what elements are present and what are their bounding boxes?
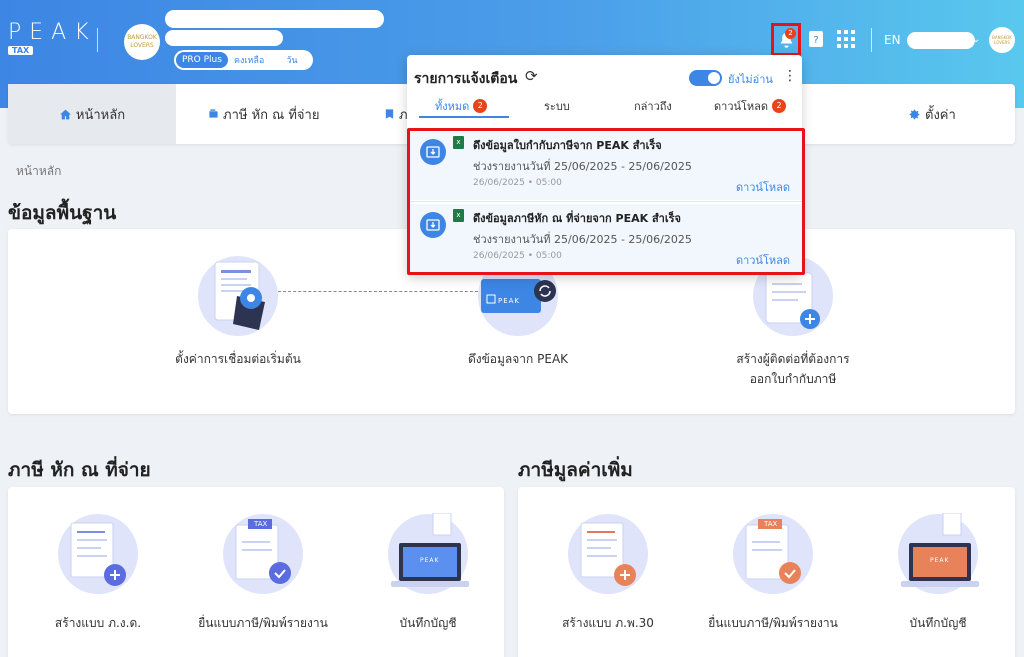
user-name-redacted[interactable]: [907, 32, 975, 49]
tab-downloads[interactable]: ดาวน์โหลด 2: [714, 97, 787, 115]
connector-line: [278, 291, 478, 292]
vat-title: ภาษีมูลค่าเพิ่ม: [518, 459, 633, 481]
feature-label-line1: สร้างผู้ติดต่อที่ต้องการ: [736, 352, 850, 366]
tab-system[interactable]: ระบบ: [544, 97, 570, 115]
plan-remaining-label: คงเหลือ: [233, 56, 265, 66]
avatar-text: BANGKOK LOVERS: [992, 35, 1012, 45]
tab-label: กล่าวถึง: [634, 100, 672, 113]
tab-badge: 2: [473, 99, 488, 113]
basic-info-title: ข้อมูลพื้นฐาน: [8, 202, 117, 224]
gear-icon: [909, 109, 920, 119]
nav-item-vat[interactable]: ภ: [384, 84, 408, 144]
feature-label: ตั้งค่าการเชื่อมต่อเริ่มต้น: [175, 352, 301, 366]
toggle-knob: [708, 72, 720, 84]
home-icon: [59, 109, 71, 119]
laptop-icon: [391, 513, 469, 587]
feature-file-tax-vat[interactable]: TAX ยื่นแบบภาษี/พิมพ์รายงาน: [698, 509, 848, 633]
nav-label-home: หน้าหลัก: [75, 107, 126, 123]
feature-label: ดึงข้อมูลจาก PEAK: [467, 352, 569, 366]
feature-label: บันทึกบัญชี: [399, 616, 457, 630]
notification-title: รายการแจ้งเตือน: [414, 71, 518, 87]
unread-only-toggle[interactable]: [689, 70, 722, 86]
peak-logo[interactable]: PEAK TAX: [8, 20, 97, 55]
wht-title: ภาษี หัก ณ ที่จ่าย: [8, 459, 151, 481]
feature-label: บันทึกบัญชี: [909, 616, 967, 630]
plan-pill: PRO Plus คงเหลือ วัน: [174, 50, 313, 70]
sync-icon: [481, 279, 556, 313]
company-logo-text: BANGKOK LOVERS: [127, 34, 157, 49]
breadcrumb[interactable]: หน้าหลัก: [16, 162, 61, 181]
feature-label: สร้างแบบ ภ.พ.30: [562, 616, 654, 630]
nav-item-wht[interactable]: ภาษี หัก ณ ที่จ่าย: [208, 84, 319, 144]
document-settings-icon: [214, 261, 265, 330]
notification-bell-button[interactable]: 2: [771, 23, 801, 56]
laptop-icon: [901, 513, 979, 587]
nav-label-settings: ตั้งค่า: [925, 107, 956, 123]
language-switch[interactable]: EN: [884, 33, 901, 47]
wht-card: สร้างแบบ ภ.ง.ด. TAX ยื่นแบบภาษี/พิมพ์ราย…: [8, 487, 504, 657]
feature-create-pp30[interactable]: สร้างแบบ ภ.พ.30: [538, 509, 678, 633]
bell-badge: 2: [785, 28, 796, 39]
feature-label-line2: ออกใบกำกับภาษี: [749, 372, 837, 386]
vat-card: สร้างแบบ ภ.พ.30 TAX ยื่นแบบภาษี/พิมพ์ราย…: [518, 487, 1015, 657]
company-logo: BANGKOK LOVERS: [124, 24, 160, 60]
header-divider: [97, 28, 98, 52]
feature-label: ยื่นแบบภาษี/พิมพ์รายงาน: [198, 616, 328, 630]
feature-file-tax-wht[interactable]: TAX ยื่นแบบภาษี/พิมพ์รายงาน: [188, 509, 338, 633]
plan-badge: PRO Plus: [176, 52, 228, 68]
help-book-icon[interactable]: ?: [808, 30, 824, 48]
form-add-icon: [580, 522, 636, 586]
highlight-box: [407, 128, 805, 275]
unread-only-label: ยังไม่อ่าน: [728, 73, 773, 86]
tab-label: ระบบ: [544, 100, 570, 113]
form-add-icon: [70, 522, 126, 586]
feature-record-accounting-vat[interactable]: PEAK บันทึกบัญชี: [868, 509, 1008, 633]
wallet-icon: [209, 109, 218, 118]
header-divider-2: [871, 28, 872, 52]
logo-text: PEAK: [8, 20, 97, 45]
peak-screen-text: PEAK: [930, 557, 950, 564]
tab-badge: 2: [772, 99, 787, 113]
feature-record-accounting-wht[interactable]: PEAK บันทึกบัญชี: [358, 509, 498, 633]
tab-all[interactable]: ทั้งหมด 2: [435, 97, 488, 115]
nav-item-settings[interactable]: ตั้งค่า: [908, 84, 956, 144]
feature-label: ยื่นแบบภาษี/พิมพ์รายงาน: [708, 616, 838, 630]
tag-icon: [385, 109, 394, 119]
tax-label: TAX: [254, 520, 268, 528]
feature-setup-connection[interactable]: ตั้งค่าการเชื่อมต่อเริ่มต้น: [158, 251, 318, 369]
user-avatar[interactable]: BANGKOK LOVERS: [989, 27, 1015, 53]
apps-grid-icon[interactable]: [837, 30, 855, 48]
tab-label: ทั้งหมด: [435, 100, 470, 113]
company-name-redacted: [165, 10, 384, 28]
active-tab-underline: [419, 116, 509, 118]
peak-screen-text: PEAK: [420, 557, 440, 564]
plan-days-label: วัน: [286, 56, 298, 66]
more-vertical-icon[interactable]: ⋮: [783, 68, 797, 84]
feature-create-pnd[interactable]: สร้างแบบ ภ.ง.ด.: [28, 509, 168, 633]
nav-label-wht: ภาษี หัก ณ ที่จ่าย: [223, 107, 320, 123]
peak-badge-text: PEAK: [498, 297, 521, 305]
company-sub-redacted: [165, 30, 283, 46]
chevron-down-icon[interactable]: ⌄: [972, 34, 980, 45]
add-document-icon: [765, 272, 820, 329]
refresh-icon[interactable]: ⟳: [525, 67, 538, 85]
feature-label: สร้างแบบ ภ.ง.ด.: [54, 616, 142, 630]
logo-sub: TAX: [8, 46, 34, 55]
tax-label: TAX: [764, 520, 778, 528]
nav-item-home[interactable]: หน้าหลัก: [8, 84, 176, 144]
tab-label: ดาวน์โหลด: [714, 100, 769, 113]
tab-mentions[interactable]: กล่าวถึง: [634, 97, 672, 115]
svg-text:?: ?: [813, 35, 818, 46]
